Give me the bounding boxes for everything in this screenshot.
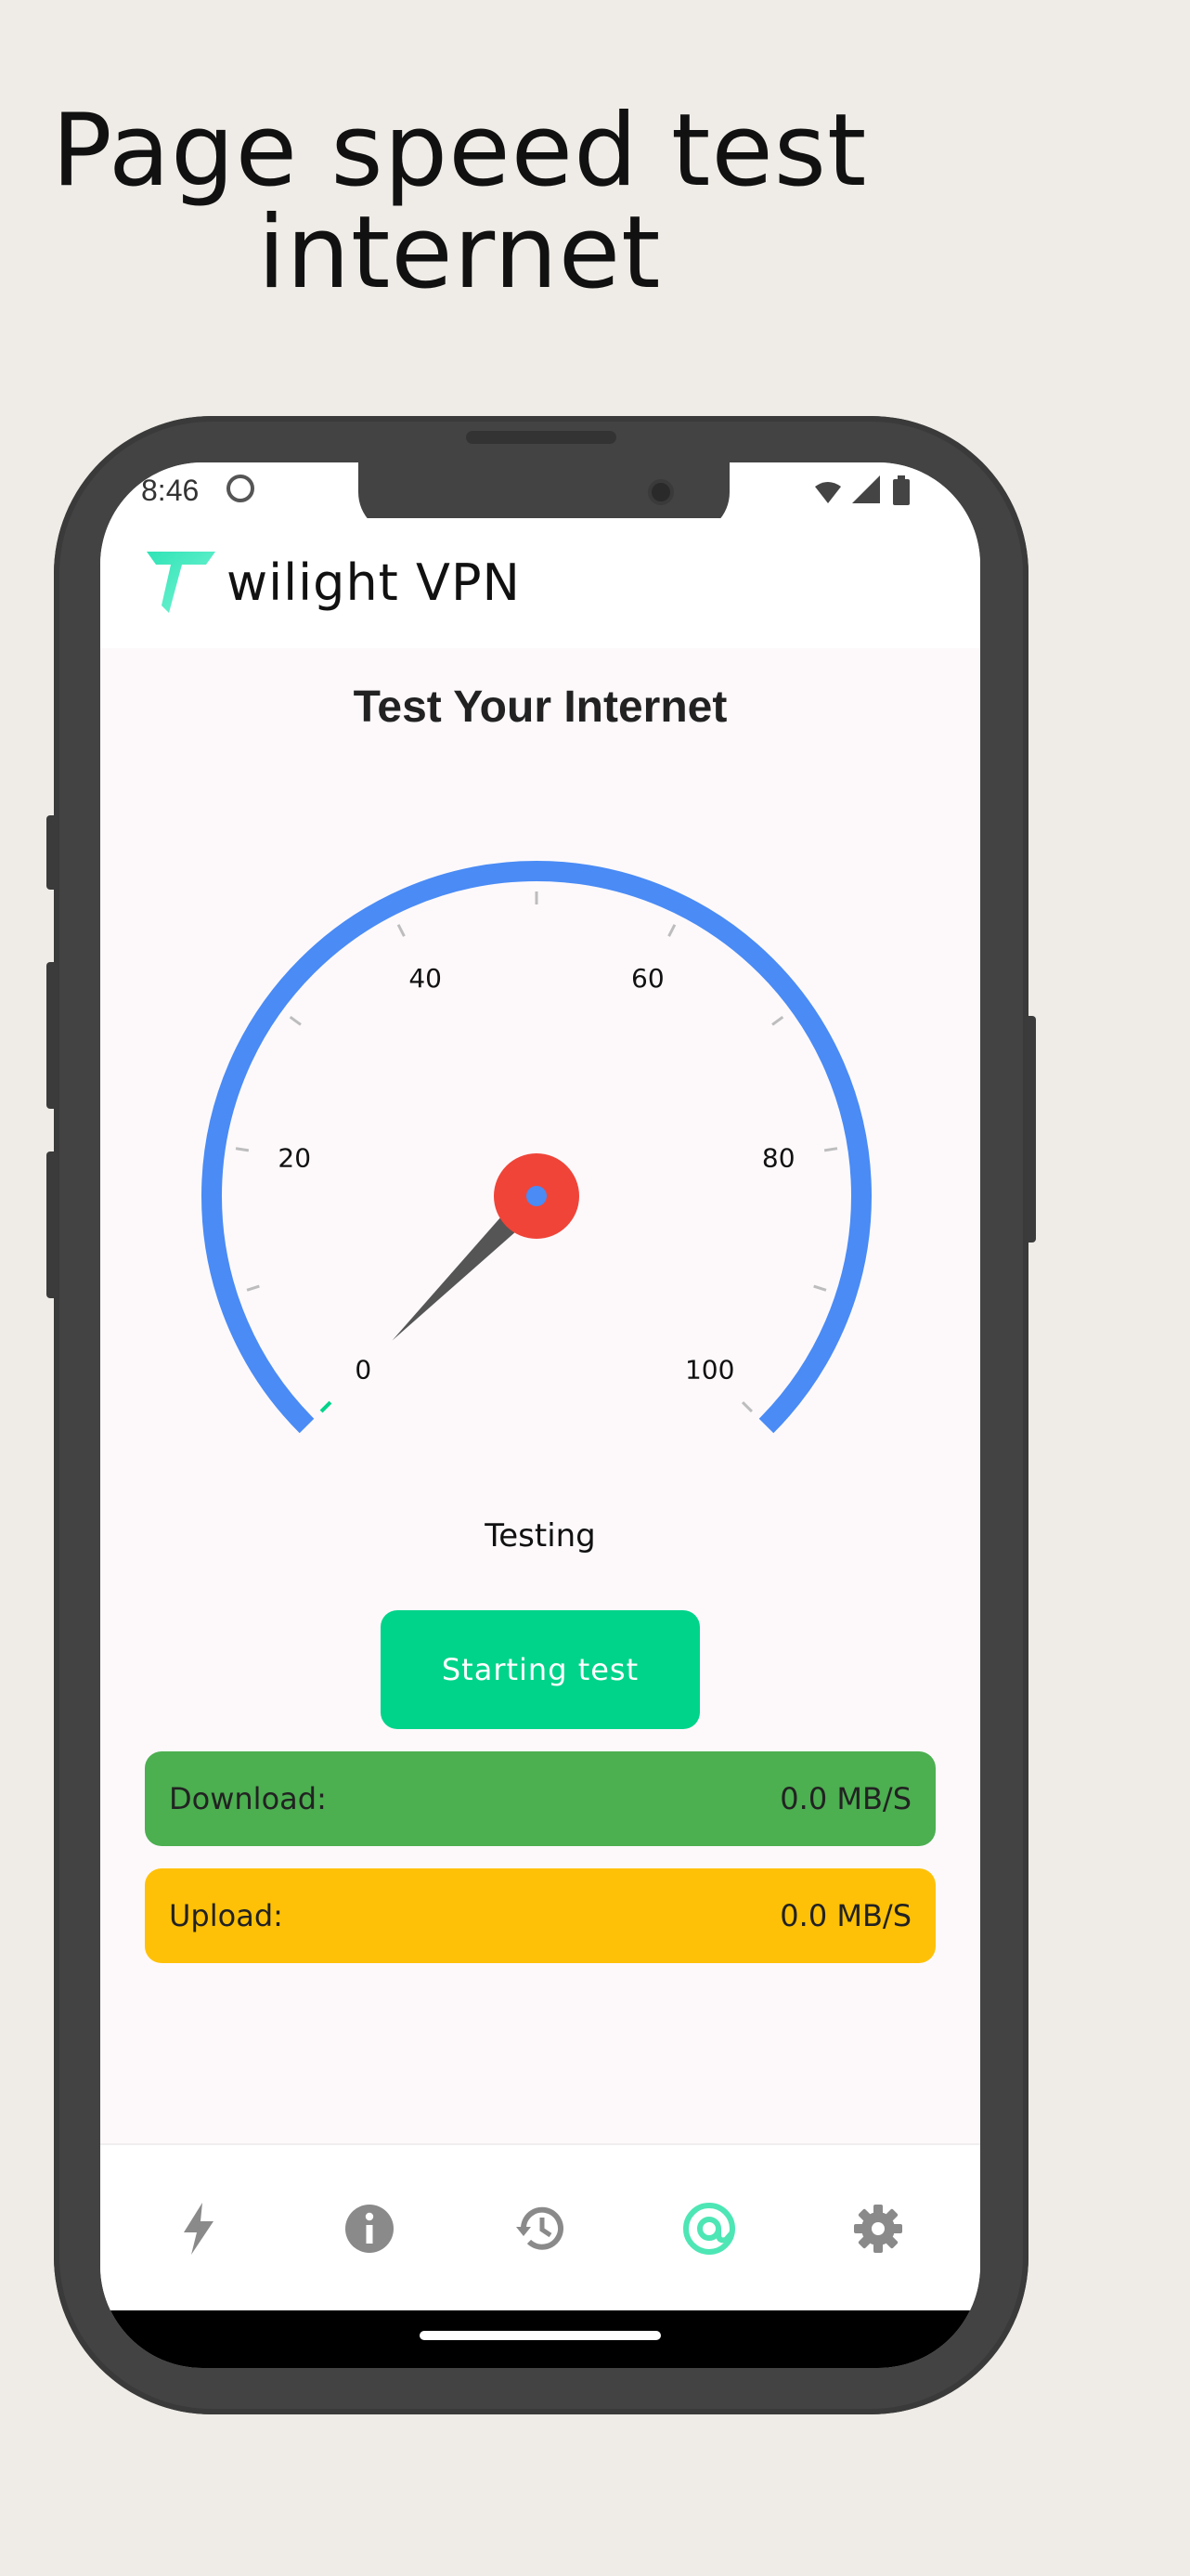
gauge-tick (667, 924, 677, 937)
phone-earpiece (466, 431, 616, 444)
signal-icon (852, 475, 880, 503)
gesture-bar-area (100, 2310, 980, 2368)
gauge-tick (771, 1015, 784, 1026)
gauge-hub-dot (526, 1186, 547, 1206)
app-title: wilight VPN (226, 553, 521, 612)
page-headline: Page speed test internet (0, 100, 919, 305)
notification-face-icon (226, 475, 254, 502)
gauge-tick (741, 1400, 753, 1412)
upload-label: Upload: (169, 1898, 283, 1933)
nav-item-speed-test[interactable] (679, 2199, 739, 2258)
bottom-navigation (100, 2143, 980, 2310)
gauge-tick (319, 1400, 332, 1413)
front-camera (648, 479, 674, 505)
gauge-tick (823, 1147, 838, 1152)
gauge-tick-label: 0 (355, 1355, 371, 1386)
start-test-button[interactable]: Starting test (381, 1610, 700, 1729)
gauge-tick-label: 80 (762, 1143, 795, 1174)
download-result-bar: Download: 0.0 MB/S (145, 1751, 936, 1846)
app-header: wilight VPN (100, 518, 980, 648)
history-icon (516, 2206, 563, 2250)
status-time: 8:46 (141, 474, 200, 507)
download-value: 0.0 MB/S (780, 1781, 912, 1816)
page-title: Test Your Internet (353, 683, 728, 732)
gauge-tick-label: 100 (685, 1355, 734, 1386)
phone-side-button (46, 815, 58, 890)
upload-result-bar: Upload: 0.0 MB/S (145, 1868, 936, 1963)
speed-gauge: 0 20 40 60 80 100 (201, 861, 872, 1434)
gauge-ticks (235, 891, 838, 1413)
gauge-tick (235, 1147, 250, 1152)
nav-item-history[interactable] (511, 2199, 570, 2258)
gauge-tick-label: 20 (278, 1143, 311, 1174)
info-icon (345, 2205, 394, 2253)
gauge-tick (289, 1015, 302, 1026)
gauge-tick-label: 40 (408, 963, 442, 994)
gauge-tick (246, 1284, 260, 1292)
at-target-icon (683, 2203, 735, 2255)
bolt-icon (184, 2203, 213, 2255)
gauge-tick (813, 1284, 827, 1292)
wifi-icon (815, 482, 841, 503)
headline-line-2: internet (257, 195, 662, 311)
phone-screen: 8:46 wilight VPN Test Your Internet 0 20 (100, 462, 980, 2368)
battery-icon (893, 479, 910, 505)
wilight-logo-icon (147, 552, 215, 613)
download-label: Download: (169, 1781, 327, 1816)
nav-item-settings[interactable] (848, 2199, 908, 2258)
phone-volume-down-button (46, 1151, 58, 1298)
nav-item-speed[interactable] (169, 2199, 228, 2258)
test-status: Testing (485, 1517, 596, 1555)
gauge-tick (396, 924, 406, 937)
phone-volume-up-button (46, 962, 58, 1109)
gear-icon (854, 2205, 902, 2253)
nav-item-info[interactable] (340, 2199, 399, 2258)
home-indicator[interactable] (420, 2331, 661, 2340)
phone-power-button (1025, 1016, 1036, 1242)
status-icons (815, 475, 910, 505)
upload-value: 0.0 MB/S (780, 1898, 912, 1933)
headline-line-1: Page speed test (51, 93, 868, 209)
gauge-tick-label: 60 (631, 963, 665, 994)
